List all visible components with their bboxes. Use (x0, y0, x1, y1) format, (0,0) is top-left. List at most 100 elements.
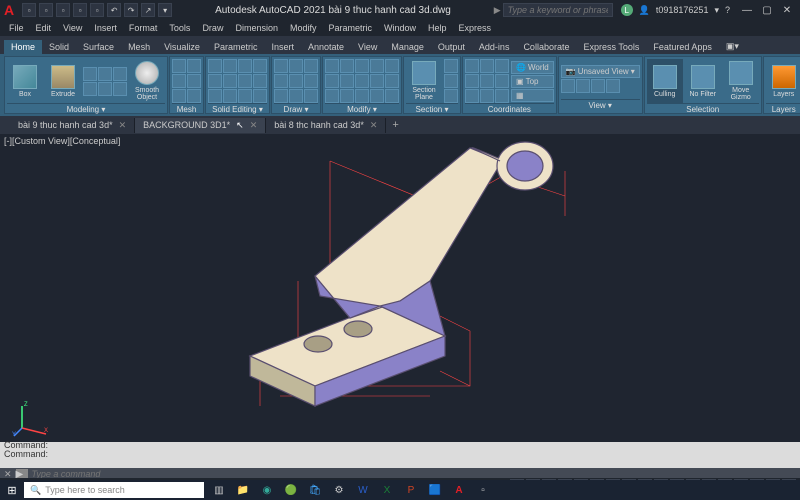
add-jog-icon[interactable] (444, 74, 458, 88)
ucs-icon-3[interactable] (495, 59, 509, 73)
offset-icon[interactable] (340, 89, 354, 103)
ucs-icon-7[interactable] (465, 89, 479, 103)
tab-home[interactable]: Home (4, 40, 42, 54)
close-icon[interactable]: ✕ (119, 120, 127, 131)
qat-share-icon[interactable]: ↗ (141, 3, 155, 17)
tab-addins[interactable]: Add-ins (472, 40, 517, 54)
section-plane-button[interactable]: Section Plane (406, 59, 442, 103)
scale-icon[interactable] (385, 74, 399, 88)
stretch-icon[interactable] (370, 74, 384, 88)
spline-icon[interactable] (274, 89, 288, 103)
qat-plot-icon[interactable]: ▫ (90, 3, 104, 17)
panel-modeling-title[interactable]: Modeling ▾ (7, 103, 165, 114)
circle-icon[interactable] (304, 59, 318, 73)
layers-button[interactable]: Layers (766, 59, 800, 103)
sweep-icon[interactable] (83, 82, 97, 96)
point-icon[interactable] (304, 89, 318, 103)
loft-icon[interactable] (113, 67, 127, 81)
close-button[interactable]: ✕ (778, 3, 796, 17)
subtract-icon[interactable] (223, 59, 237, 73)
tab-surface[interactable]: Surface (76, 40, 121, 54)
slice-icon[interactable] (253, 59, 267, 73)
nofilter-button[interactable]: No Filter (685, 59, 721, 103)
fillet-icon[interactable] (340, 74, 354, 88)
tab-express-tools[interactable]: Express Tools (576, 40, 646, 54)
mirror-icon[interactable] (325, 74, 339, 88)
menu-view[interactable]: View (58, 22, 87, 34)
ucs-icon-1[interactable] (465, 59, 479, 73)
line-icon[interactable] (274, 59, 288, 73)
mesh-2-icon[interactable] (187, 59, 201, 73)
smooth-object-button[interactable]: Smooth Object (129, 59, 165, 103)
ucs-top-button[interactable]: ▣Top (511, 75, 554, 88)
menu-express[interactable]: Express (454, 22, 497, 34)
taskbar-powerpoint-icon[interactable]: P (400, 481, 422, 499)
panel-layers-title[interactable]: Layers (766, 103, 800, 114)
taskbar-chrome-icon[interactable]: 🟢 (280, 481, 302, 499)
panel-mesh-title[interactable]: Mesh (172, 103, 201, 114)
helix-icon[interactable] (289, 89, 303, 103)
menu-modify[interactable]: Modify (285, 22, 322, 34)
login-badge-icon[interactable]: L (621, 4, 633, 16)
trim-icon[interactable] (355, 59, 369, 73)
presspull-icon[interactable] (98, 82, 112, 96)
taskbar-settings-icon[interactable]: ⚙ (328, 481, 350, 499)
menu-parametric[interactable]: Parametric (324, 22, 378, 34)
tab-featured-apps[interactable]: Featured Apps (646, 40, 719, 54)
tab-overflow-icon[interactable]: ▣▾ (719, 39, 746, 54)
menu-insert[interactable]: Insert (89, 22, 122, 34)
ucs-icon-2[interactable] (480, 59, 494, 73)
taskbar-word-icon[interactable]: W (352, 481, 374, 499)
task-view-icon[interactable]: ▥ (208, 481, 230, 499)
minimize-button[interactable]: — (738, 3, 756, 17)
taskbar-app-icon[interactable]: 🟦 (424, 481, 446, 499)
tab-view[interactable]: View (351, 40, 384, 54)
qat-save-icon[interactable]: ▫ (56, 3, 70, 17)
revolve-icon[interactable] (98, 67, 112, 81)
fillet-edge-icon[interactable] (238, 74, 252, 88)
culling-button[interactable]: Culling (647, 59, 683, 103)
file-tab-0[interactable]: bài 9 thuc hanh cad 3d*✕ (10, 118, 135, 133)
mesh-5-icon[interactable] (172, 89, 186, 103)
menu-dimension[interactable]: Dimension (230, 22, 283, 34)
menu-draw[interactable]: Draw (197, 22, 228, 34)
taskbar-explorer-icon[interactable]: 📁 (232, 481, 254, 499)
windows-start-button[interactable]: ⊞ (0, 480, 24, 500)
mesh-4-icon[interactable] (187, 74, 201, 88)
ucs-icon-6[interactable] (495, 74, 509, 88)
array-icon[interactable] (325, 89, 339, 103)
explode-icon[interactable] (355, 74, 369, 88)
tab-insert[interactable]: Insert (264, 40, 301, 54)
3dalign-icon[interactable] (370, 89, 384, 103)
taskbar-app2-icon[interactable]: ▫ (472, 481, 494, 499)
tab-mesh[interactable]: Mesh (121, 40, 157, 54)
unsaved-view-dropdown[interactable]: 📷Unsaved View▾ (561, 65, 640, 78)
user-dropdown-icon[interactable]: ▾ (714, 5, 719, 16)
tab-annotate[interactable]: Annotate (301, 40, 351, 54)
shell-icon[interactable] (238, 89, 252, 103)
extrude-button[interactable]: Extrude (45, 59, 81, 103)
offset-face-icon[interactable] (223, 89, 237, 103)
user-icon[interactable]: 👤 (639, 5, 650, 16)
qat-open-icon[interactable]: ▫ (39, 3, 53, 17)
ucs-icon-4[interactable] (465, 74, 479, 88)
windows-search-input[interactable]: 🔍Type here to search (24, 482, 204, 498)
panel-view-title[interactable]: View ▾ (561, 99, 640, 111)
box-button[interactable]: Box (7, 59, 43, 103)
tab-parametric[interactable]: Parametric (207, 40, 265, 54)
live-section-icon[interactable] (444, 59, 458, 73)
menu-edit[interactable]: Edit (31, 22, 57, 34)
generate-section-icon[interactable] (444, 89, 458, 103)
panel-selection-title[interactable]: Selection (647, 103, 759, 114)
imprint-icon[interactable] (223, 74, 237, 88)
intersect-icon[interactable] (238, 59, 252, 73)
taper-face-icon[interactable] (253, 74, 267, 88)
mesh-3-icon[interactable] (172, 74, 186, 88)
username-label[interactable]: t0918176251 (656, 5, 709, 15)
panel-modify-title[interactable]: Modify ▾ (325, 103, 399, 114)
ucs-world-button[interactable]: 🌐World (511, 61, 554, 74)
mesh-1-icon[interactable] (172, 59, 186, 73)
view-3-icon[interactable] (591, 79, 605, 93)
ucs-icon-8[interactable] (480, 89, 494, 103)
menu-file[interactable]: File (4, 22, 29, 34)
